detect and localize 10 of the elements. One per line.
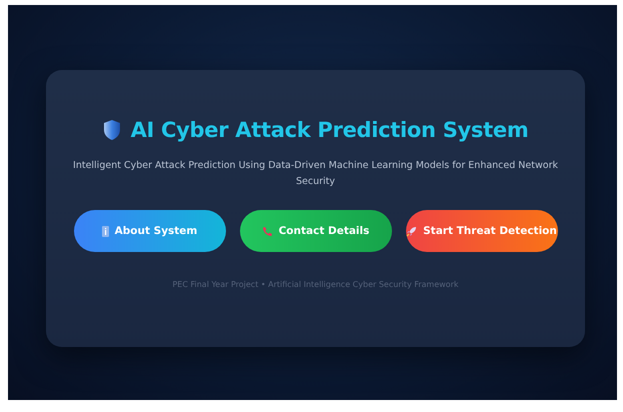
app-title: AI Cyber Attack Prediction System [130,118,528,142]
footer-text: PEC Final Year Project • Artificial Intelligence Cyber Security Framework [172,280,458,289]
subtitle: Intelligent Cyber Attack Prediction Using Data-Driven Machine Learning Models for Enhanced Network Security [72,159,559,189]
shield-icon [102,119,121,141]
about-button[interactable]: About System [74,210,226,252]
rocket-icon [406,226,418,236]
phone-icon [262,226,273,236]
start-button[interactable]: Start Threat Detection [406,210,558,252]
contact-button[interactable]: Contact Details [240,210,392,252]
info-icon [102,226,109,236]
